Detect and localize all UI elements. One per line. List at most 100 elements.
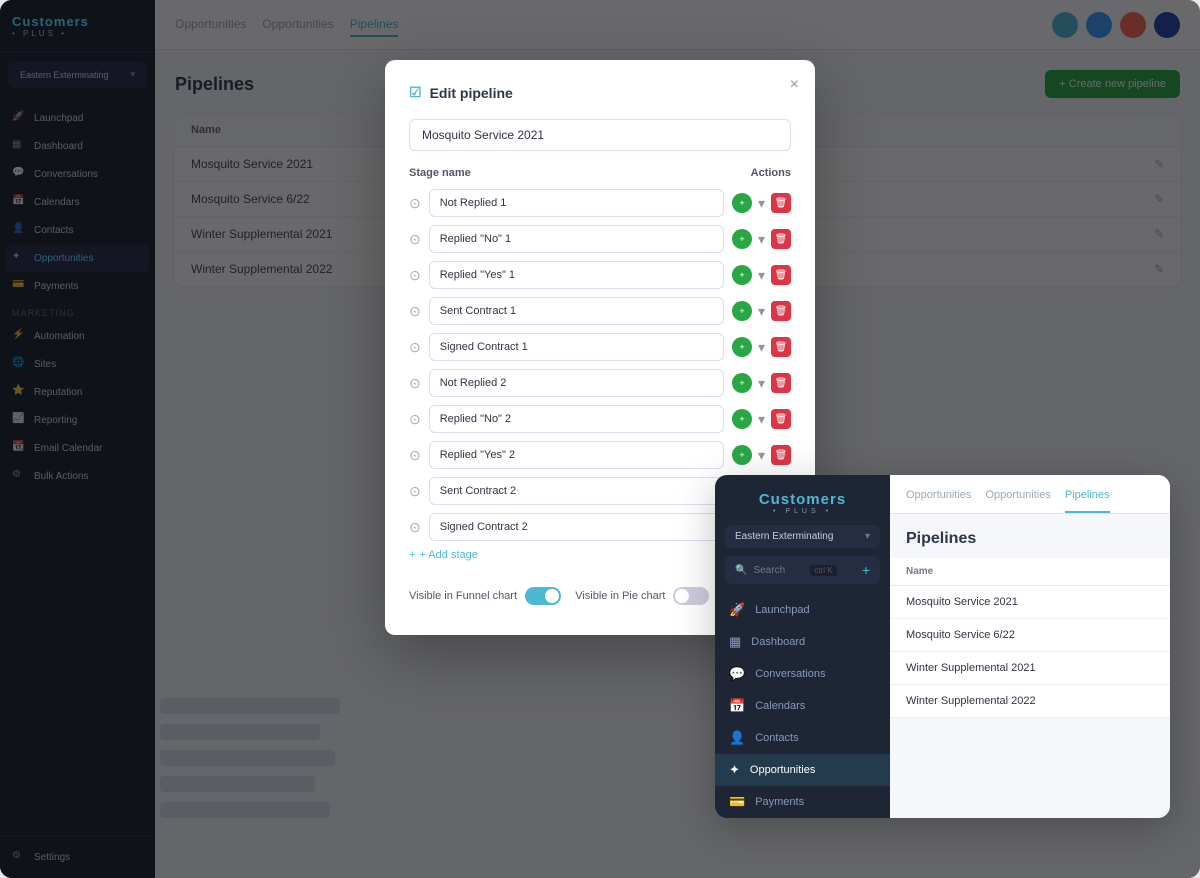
stage-row-1: ⊙ + ▾ 🗑 xyxy=(409,189,791,217)
fp-nav-conversations[interactable]: 💬 Conversations xyxy=(715,658,890,690)
fp-nav-launchpad[interactable]: 🚀 Launchpad xyxy=(715,594,890,626)
drag-handle-icon[interactable]: ⊙ xyxy=(409,339,421,356)
stage-activate-button-7[interactable]: + xyxy=(732,409,752,429)
fp-table-row-1[interactable]: Mosquito Service 2021 xyxy=(890,586,1170,619)
drag-handle-icon[interactable]: ⊙ xyxy=(409,195,421,212)
pie-toggle[interactable] xyxy=(673,587,709,605)
stage-row-2: ⊙ + ▾ 🗑 xyxy=(409,225,791,253)
stage-activate-button-3[interactable]: + xyxy=(732,265,752,285)
stage-delete-button-3[interactable]: 🗑 xyxy=(771,265,791,285)
stage-input-6[interactable] xyxy=(429,369,724,397)
stage-activate-button-8[interactable]: + xyxy=(732,445,752,465)
stage-activate-button-6[interactable]: + xyxy=(732,373,752,393)
stage-activate-button-2[interactable]: + xyxy=(732,229,752,249)
filter-icon-3[interactable]: ▾ xyxy=(758,267,765,284)
filter-icon-2[interactable]: ▾ xyxy=(758,231,765,248)
stage-input-1[interactable] xyxy=(429,189,724,217)
fp-search-add-icon[interactable]: + xyxy=(862,562,870,578)
fp-tab-pipelines[interactable]: Pipelines xyxy=(1065,489,1110,513)
drag-handle-icon[interactable]: ⊙ xyxy=(409,447,421,464)
fp-nav-dashboard[interactable]: ▦ Dashboard xyxy=(715,626,890,658)
stage-delete-button-6[interactable]: 🗑 xyxy=(771,373,791,393)
stage-row-8: ⊙ + ▾ 🗑 xyxy=(409,441,791,469)
stage-actions-5: + ▾ 🗑 xyxy=(732,337,791,357)
stage-input-9[interactable] xyxy=(429,477,724,505)
filter-icon-7[interactable]: ▾ xyxy=(758,411,765,428)
stage-actions-2: + ▾ 🗑 xyxy=(732,229,791,249)
fp-nav-label-launchpad: Launchpad xyxy=(755,604,809,616)
actions-label: Actions xyxy=(751,167,791,179)
drag-handle-icon[interactable]: ⊙ xyxy=(409,483,421,500)
calendars-icon: 📅 xyxy=(729,698,745,714)
filter-icon-6[interactable]: ▾ xyxy=(758,375,765,392)
search-icon: 🔍 xyxy=(735,565,747,576)
fp-table-row-4[interactable]: Winter Supplemental 2022 xyxy=(890,685,1170,718)
stage-row-7: ⊙ + ▾ 🗑 xyxy=(409,405,791,433)
fp-nav-label-dashboard: Dashboard xyxy=(751,636,805,648)
fp-tab-opportunities-1[interactable]: Opportunities xyxy=(906,489,971,513)
dashboard-icon: ▦ xyxy=(729,634,741,650)
stage-input-8[interactable] xyxy=(429,441,724,469)
stage-actions-8: + ▾ 🗑 xyxy=(732,445,791,465)
drag-handle-icon[interactable]: ⊙ xyxy=(409,375,421,392)
add-stage-button[interactable]: + + Add stage xyxy=(409,549,478,561)
fp-search-placeholder: Search xyxy=(753,565,785,576)
stage-delete-button-1[interactable]: 🗑 xyxy=(771,193,791,213)
fp-tab-opportunities-2[interactable]: Opportunities xyxy=(985,489,1050,513)
drag-handle-icon[interactable]: ⊙ xyxy=(409,231,421,248)
fp-page-title: Pipelines xyxy=(890,514,1170,558)
stage-row-6: ⊙ + ▾ 🗑 xyxy=(409,369,791,397)
fp-logo-text: Customers xyxy=(729,491,876,508)
stage-delete-button-5[interactable]: 🗑 xyxy=(771,337,791,357)
fp-nav-label-payments: Payments xyxy=(755,796,804,808)
stage-input-2[interactable] xyxy=(429,225,724,253)
launchpad-icon: 🚀 xyxy=(729,602,745,618)
payments-icon: 💳 xyxy=(729,794,745,810)
fp-content: Opportunities Opportunities Pipelines Pi… xyxy=(890,475,1170,818)
funnel-toggle[interactable] xyxy=(525,587,561,605)
pie-toggle-group: Visible in Pie chart xyxy=(575,587,709,605)
filter-icon-4[interactable]: ▾ xyxy=(758,303,765,320)
stage-activate-button-4[interactable]: + xyxy=(732,301,752,321)
drag-handle-icon[interactable]: ⊙ xyxy=(409,303,421,320)
fp-nav-payments[interactable]: 💳 Payments xyxy=(715,786,890,818)
drag-handle-icon[interactable]: ⊙ xyxy=(409,267,421,284)
stage-activate-button-5[interactable]: + xyxy=(732,337,752,357)
stage-input-4[interactable] xyxy=(429,297,724,325)
pipeline-name-input[interactable] xyxy=(409,119,791,151)
drag-handle-icon[interactable]: ⊙ xyxy=(409,411,421,428)
filter-icon-5[interactable]: ▾ xyxy=(758,339,765,356)
funnel-label: Visible in Funnel chart xyxy=(409,590,517,602)
fp-account-chevron-icon: ▾ xyxy=(865,531,870,542)
plus-icon: + xyxy=(409,549,415,561)
stage-input-3[interactable] xyxy=(429,261,724,289)
drag-handle-icon[interactable]: ⊙ xyxy=(409,519,421,536)
stage-actions-4: + ▾ 🗑 xyxy=(732,301,791,321)
stage-delete-button-8[interactable]: 🗑 xyxy=(771,445,791,465)
stage-delete-button-4[interactable]: 🗑 xyxy=(771,301,791,321)
filter-icon-8[interactable]: ▾ xyxy=(758,447,765,464)
stage-input-7[interactable] xyxy=(429,405,724,433)
fp-topbar: Opportunities Opportunities Pipelines xyxy=(890,475,1170,514)
fp-nav-contacts[interactable]: 👤 Contacts xyxy=(715,722,890,754)
fp-logo-sub: • PLUS • xyxy=(729,508,876,515)
fp-nav-opportunities[interactable]: ✦ Opportunities xyxy=(715,754,890,786)
stage-input-5[interactable] xyxy=(429,333,724,361)
fp-search-bar[interactable]: 🔍 Search ctrl K + xyxy=(725,556,880,584)
fp-account-selector[interactable]: Eastern Exterminating ▾ xyxy=(725,525,880,548)
fp-nav-calendars[interactable]: 📅 Calendars xyxy=(715,690,890,722)
fp-tabs: Opportunities Opportunities Pipelines xyxy=(906,489,1154,513)
stage-delete-button-7[interactable]: 🗑 xyxy=(771,409,791,429)
stage-activate-button-1[interactable]: + xyxy=(732,193,752,213)
filter-icon-1[interactable]: ▾ xyxy=(758,195,765,212)
stage-input-10[interactable] xyxy=(429,513,724,541)
fp-search-inner: 🔍 Search xyxy=(735,565,785,576)
fp-nav-label-contacts: Contacts xyxy=(755,732,798,744)
stage-delete-button-2[interactable]: 🗑 xyxy=(771,229,791,249)
stage-row-4: ⊙ + ▾ 🗑 xyxy=(409,297,791,325)
fp-nav-label-opportunities: Opportunities xyxy=(750,764,815,776)
fp-table-row-2[interactable]: Mosquito Service 6/22 xyxy=(890,619,1170,652)
modal-close-button[interactable]: × xyxy=(790,76,799,94)
fp-table-row-3[interactable]: Winter Supplemental 2021 xyxy=(890,652,1170,685)
fp-search-shortcut: ctrl K xyxy=(810,565,836,576)
